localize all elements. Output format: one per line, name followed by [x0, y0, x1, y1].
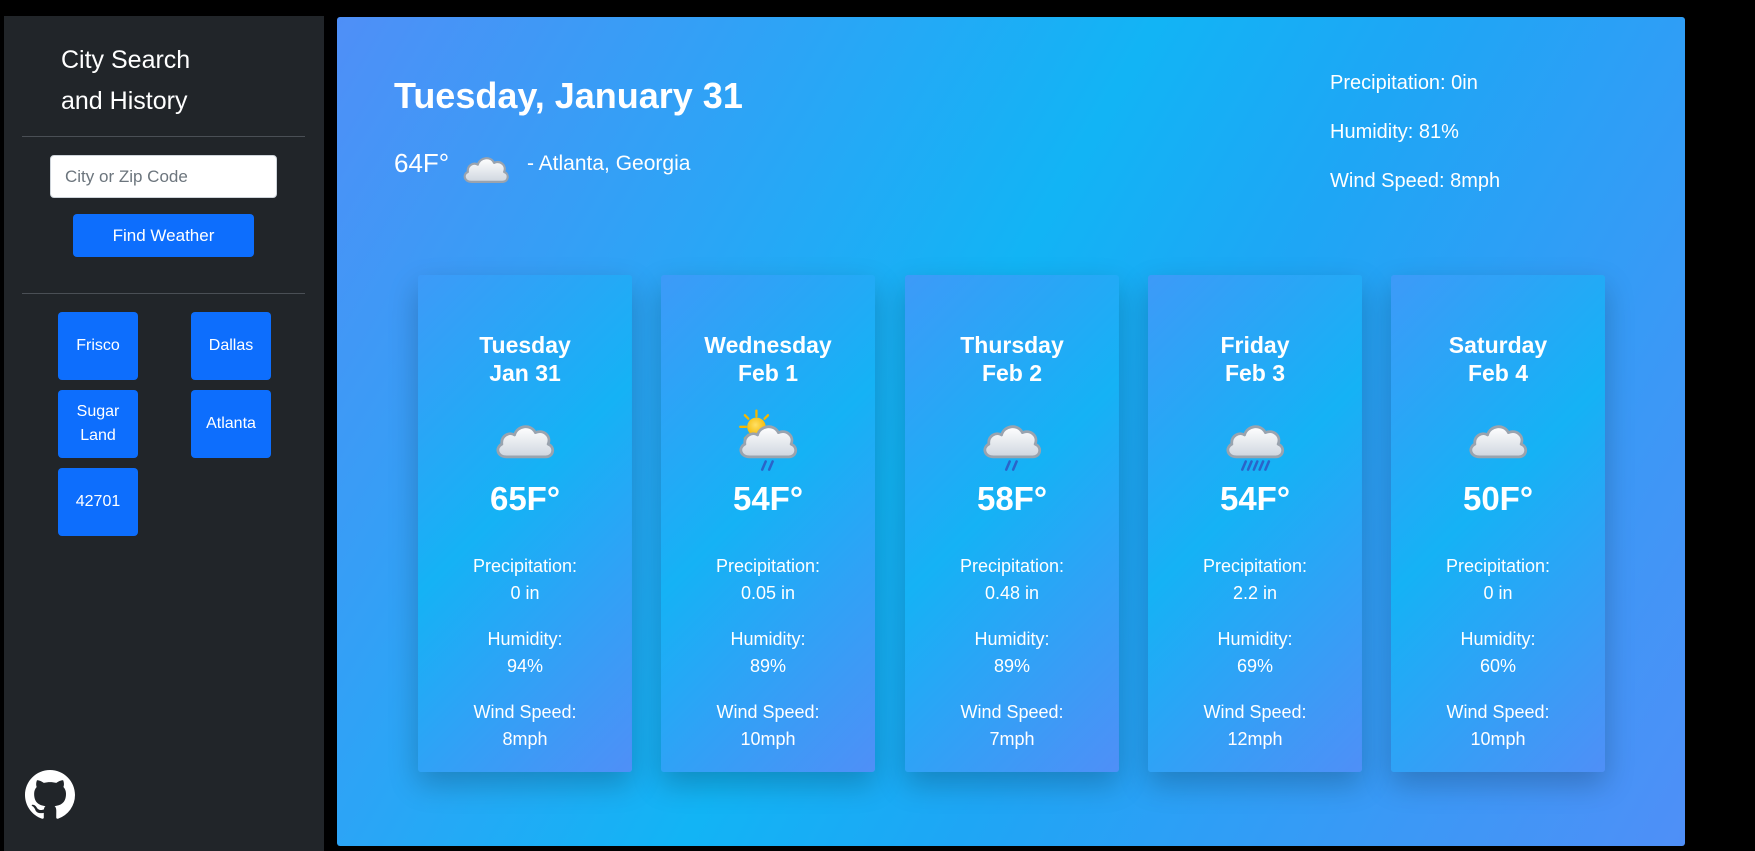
current-location: - Atlanta, Georgia	[527, 152, 691, 175]
cloud-light-rain-icon	[975, 406, 1049, 471]
history-city-button[interactable]: Dallas	[191, 312, 271, 380]
github-icon[interactable]	[25, 770, 75, 820]
cloud-heavy-rain-icon	[1218, 406, 1292, 471]
forecast-date: Feb 2	[981, 360, 1043, 386]
precipitation-label: Precipitation:	[472, 556, 578, 576]
humidity-label: Humidity:	[974, 629, 1050, 649]
wind-label: Wind Speed:	[473, 702, 577, 722]
precipitation-value: 0 in	[1483, 583, 1513, 603]
precipitation-value: 0.05 in	[740, 583, 796, 603]
forecast-day: Thursday Feb 2	[905, 331, 1119, 387]
current-wind-speed: Wind Speed: 8mph	[1330, 170, 1501, 192]
forecast-weekday: Wednesday	[704, 332, 832, 358]
history-city-button[interactable]: Atlanta	[191, 390, 271, 458]
precipitation-value: 0 in	[510, 583, 540, 603]
forecast-date: Feb 1	[737, 360, 799, 386]
humidity-value: 89%	[993, 656, 1031, 676]
wind-label: Wind Speed:	[1446, 702, 1550, 722]
forecast-temp: 50F°	[1462, 480, 1534, 517]
history-city-button[interactable]: Frisco	[58, 312, 138, 380]
find-weather-button[interactable]: Find Weather	[73, 214, 254, 257]
forecast-temp: 54F°	[732, 480, 804, 517]
wind-value: 7mph	[989, 729, 1035, 749]
sidebar: City Search and History Find Weather Fri…	[4, 16, 324, 851]
precipitation-label: Precipitation:	[959, 556, 1065, 576]
forecast-card: Tuesday Jan 31 65F° Precipitation: 0 in …	[418, 275, 632, 772]
wind-value: 12mph	[1227, 729, 1283, 749]
forecast-day: Tuesday Jan 31	[418, 331, 632, 387]
current-date: Tuesday, January 31	[394, 75, 743, 116]
forecast-card: Friday Feb 3 54F° Precipitation: 2.2 in …	[1148, 275, 1362, 772]
current-humidity: Humidity: 81%	[1330, 121, 1459, 143]
wind-label: Wind Speed:	[1203, 702, 1307, 722]
forecast-day: Friday Feb 3	[1148, 331, 1362, 387]
cloud-icon	[457, 142, 515, 200]
precipitation-value: 0.48 in	[984, 583, 1040, 603]
wind-value: 10mph	[740, 729, 796, 749]
humidity-label: Humidity:	[487, 629, 563, 649]
wind-label: Wind Speed:	[960, 702, 1064, 722]
forecast-weekday: Tuesday	[479, 332, 571, 358]
precipitation-label: Precipitation:	[1202, 556, 1308, 576]
precipitation-value: 2.2 in	[1232, 583, 1278, 603]
forecast-date: Feb 3	[1224, 360, 1286, 386]
forecast-temp: 65F°	[489, 480, 561, 517]
sidebar-title-line2: and History	[61, 87, 188, 115]
forecast-card: Saturday Feb 4 50F° Precipitation: 0 in …	[1391, 275, 1605, 772]
humidity-label: Humidity:	[730, 629, 806, 649]
current-temp: 64F°	[394, 148, 450, 178]
history-city-button[interactable]: Sugar Land	[58, 390, 138, 458]
forecast-date: Feb 4	[1467, 360, 1529, 386]
forecast-temp: 54F°	[1219, 480, 1291, 517]
humidity-label: Humidity:	[1460, 629, 1536, 649]
cloud-icon	[488, 406, 562, 480]
forecast-day: Saturday Feb 4	[1391, 331, 1605, 387]
wind-value: 8mph	[502, 729, 548, 749]
humidity-label: Humidity:	[1217, 629, 1293, 649]
forecast-card: Thursday Feb 2 58F° Precipitation: 0.48 …	[905, 275, 1119, 772]
history-city-button[interactable]: 42701	[58, 468, 138, 536]
forecast-day: Wednesday Feb 1	[661, 331, 875, 387]
forecast-weekday: Friday	[1220, 332, 1290, 358]
city-search-input[interactable]	[50, 155, 277, 198]
cloud-icon	[1461, 406, 1535, 480]
precipitation-label: Precipitation:	[715, 556, 821, 576]
sidebar-title: City Search and History	[61, 40, 261, 122]
current-precipitation: Precipitation: 0in	[1330, 72, 1478, 94]
forecast-weekday: Thursday	[960, 332, 1064, 358]
humidity-value: 89%	[749, 656, 787, 676]
forecast-temp: 58F°	[976, 480, 1048, 517]
humidity-value: 94%	[506, 656, 544, 676]
divider-top	[22, 136, 305, 137]
humidity-value: 60%	[1479, 656, 1517, 676]
precipitation-label: Precipitation:	[1445, 556, 1551, 576]
main-panel: Tuesday, January 31 64F° - Atlanta, Geor…	[337, 17, 1685, 846]
wind-value: 10mph	[1470, 729, 1526, 749]
wind-label: Wind Speed:	[716, 702, 820, 722]
divider-bottom	[22, 293, 305, 294]
forecast-card: Wednesday Feb 1 54F° Precipitation: 0.05…	[661, 275, 875, 772]
forecast-date: Jan 31	[489, 360, 561, 386]
forecast-weekday: Saturday	[1448, 332, 1548, 358]
sun-cloud-rain-icon	[739, 409, 805, 471]
humidity-value: 69%	[1236, 656, 1274, 676]
sidebar-title-line1: City Search	[61, 46, 191, 74]
